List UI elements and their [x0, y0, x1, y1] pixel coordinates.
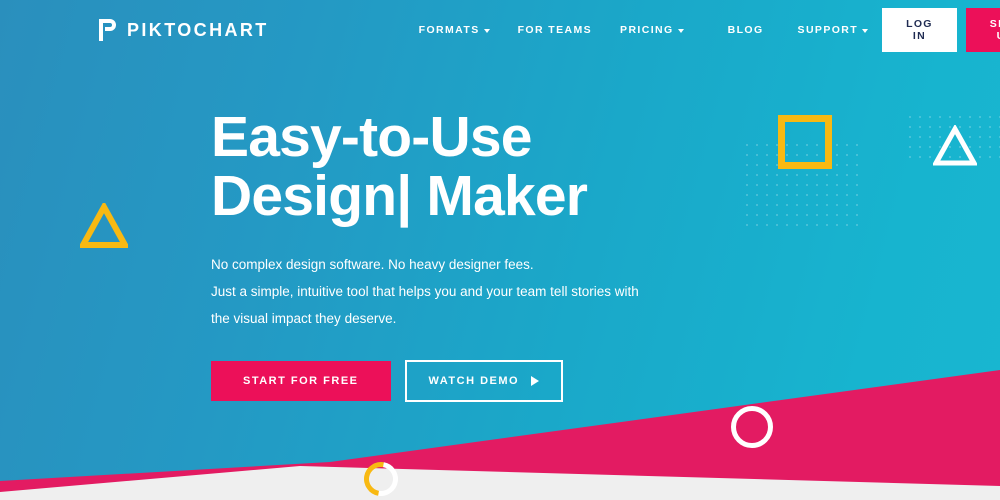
- main-navigation: FORMATS FOR TEAMS PRICING BLOG SUPPORT: [405, 24, 882, 36]
- nav-item-blog[interactable]: BLOG: [698, 24, 778, 36]
- yellow-triangle-outline-icon: [80, 203, 128, 249]
- white-triangle-outline-icon: [933, 125, 977, 167]
- hero-section: PIKTOCHART FORMATS FOR TEAMS PRICING BLO…: [0, 0, 1000, 500]
- login-button[interactable]: LOG IN: [882, 8, 957, 52]
- yellow-white-circle-outline-icon: [357, 455, 405, 500]
- subtext-line-3: the visual impact they deserve.: [211, 311, 397, 327]
- logo-text: PIKTOCHART: [127, 19, 269, 40]
- subtext-line-2: Just a simple, intuitive tool that helps…: [211, 284, 639, 300]
- header-actions: LOG IN SIGN UP: [882, 8, 1000, 52]
- nav-item-label: FOR TEAMS: [517, 24, 593, 36]
- start-for-free-button[interactable]: START FOR FREE: [211, 361, 391, 402]
- nav-item-pricing[interactable]: PRICING: [606, 24, 698, 36]
- nav-item-label: BLOG: [727, 24, 764, 36]
- headline-line-2: Design| Maker: [211, 163, 588, 228]
- chevron-down-icon: [677, 29, 684, 33]
- subtext-line-1: No complex design software. No heavy des…: [211, 257, 534, 273]
- hero-subtext: No complex design software. No heavy des…: [211, 251, 851, 332]
- chevron-down-icon: [483, 29, 490, 33]
- site-header: PIKTOCHART FORMATS FOR TEAMS PRICING BLO…: [0, 0, 1000, 60]
- white-circle-outline-icon: [731, 406, 773, 448]
- hero-content: Easy-to-Use Design| Maker No complex des…: [211, 108, 851, 403]
- page-title: Easy-to-Use Design| Maker: [211, 108, 851, 225]
- nav-item-formats[interactable]: FORMATS: [405, 24, 504, 36]
- signup-button[interactable]: SIGN UP: [965, 8, 1000, 52]
- logo[interactable]: PIKTOCHART: [96, 18, 269, 42]
- nav-item-label: PRICING: [620, 24, 674, 36]
- watch-demo-label: WATCH DEMO: [428, 375, 520, 388]
- play-icon: [531, 376, 540, 387]
- piktochart-p-mark-icon: [99, 19, 116, 41]
- nav-item-for-teams[interactable]: FOR TEAMS: [504, 24, 606, 36]
- watch-demo-button[interactable]: WATCH DEMO: [404, 360, 564, 403]
- nav-item-support[interactable]: SUPPORT: [778, 24, 883, 36]
- nav-item-label: SUPPORT: [797, 24, 859, 36]
- headline-line-1: Easy-to-Use: [211, 105, 532, 169]
- nav-item-label: FORMATS: [418, 24, 480, 36]
- chevron-down-icon: [862, 29, 869, 33]
- cta-row: START FOR FREE WATCH DEMO: [211, 360, 851, 403]
